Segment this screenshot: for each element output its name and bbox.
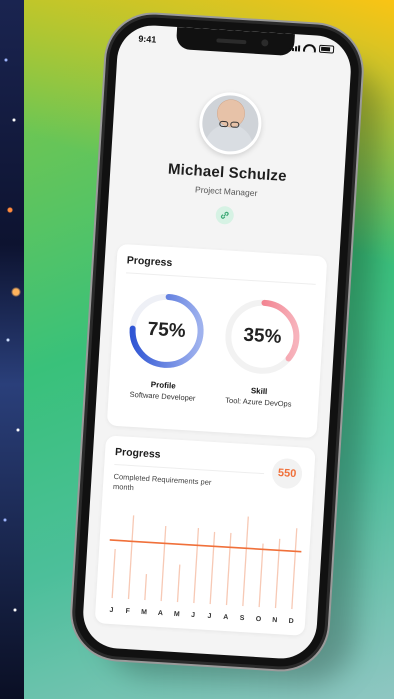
chart-month-label: A (223, 614, 228, 621)
chart-month-label: A (158, 610, 163, 617)
chart-month-label: S (240, 615, 245, 622)
profile-header: Michael Schulze Project Manager (107, 85, 349, 231)
chart-month-label: M (174, 611, 180, 618)
requirements-bar-chart: J F M A M J J A S O N D (109, 515, 302, 625)
requirements-subtitle: Completed Requirements per month (112, 471, 212, 493)
glasses-icon (219, 114, 243, 128)
chart-bar (242, 516, 249, 607)
chart-month-label: J (207, 613, 211, 620)
phone-frame: 9:41 Michael Schulze Project Manager Pro… (72, 14, 362, 670)
link-icon (220, 211, 229, 219)
requirements-card: Progress 550 Completed Requirements per … (94, 435, 316, 636)
chart-bar (209, 531, 216, 605)
chart-bar (160, 525, 167, 602)
chart-bar (225, 532, 232, 606)
ring-subtitle: Tool: Azure DevOps (225, 395, 292, 409)
chart-month-label: J (191, 612, 195, 619)
chart-bar (127, 515, 135, 600)
requirements-count-badge: 550 (271, 457, 303, 490)
divider (126, 272, 316, 285)
chart-bar (193, 527, 200, 604)
requirements-card-title: Progress (114, 445, 161, 461)
chart-bar (176, 564, 181, 603)
profile-progress-label: Profile Software Developer (114, 378, 211, 404)
avatar[interactable] (197, 90, 264, 157)
ring-subtitle: Software Developer (129, 389, 196, 403)
chart-month-label: O (255, 616, 261, 623)
progress-card-title: Progress (126, 254, 173, 270)
chart-bar (274, 538, 281, 609)
profile-progress-ring[interactable]: 75% (124, 289, 209, 374)
signal-icon (288, 45, 301, 52)
phone-screen: 9:41 Michael Schulze Project Manager Pro… (81, 23, 353, 661)
chart-month-label: M (141, 609, 147, 616)
starry-background (0, 0, 24, 699)
wifi-icon (302, 43, 317, 53)
chart-bar (144, 574, 148, 601)
progress-card: Progress 75% Profile Software Developer (106, 243, 328, 439)
speaker-icon (216, 38, 247, 45)
phone-notch (175, 26, 295, 57)
chart-month-label: D (288, 618, 293, 625)
chart-bar (291, 528, 298, 610)
battery-icon (318, 44, 335, 54)
chart-month-label: N (272, 617, 277, 624)
chart-month-label: F (125, 608, 130, 615)
skill-progress-label: Skill Tool: Azure DevOps (210, 384, 307, 410)
status-icons (288, 43, 335, 54)
link-button[interactable] (215, 205, 235, 225)
chart-average-line (109, 539, 302, 553)
status-time: 9:41 (138, 33, 157, 45)
chart-bar (258, 543, 264, 608)
chart-bar (111, 548, 116, 599)
skill-progress-value: 35% (242, 324, 283, 348)
skill-progress-ring[interactable]: 35% (220, 294, 305, 379)
camera-icon (261, 39, 269, 47)
chart-month-label: J (109, 607, 113, 614)
profile-progress-value: 75% (146, 318, 187, 343)
